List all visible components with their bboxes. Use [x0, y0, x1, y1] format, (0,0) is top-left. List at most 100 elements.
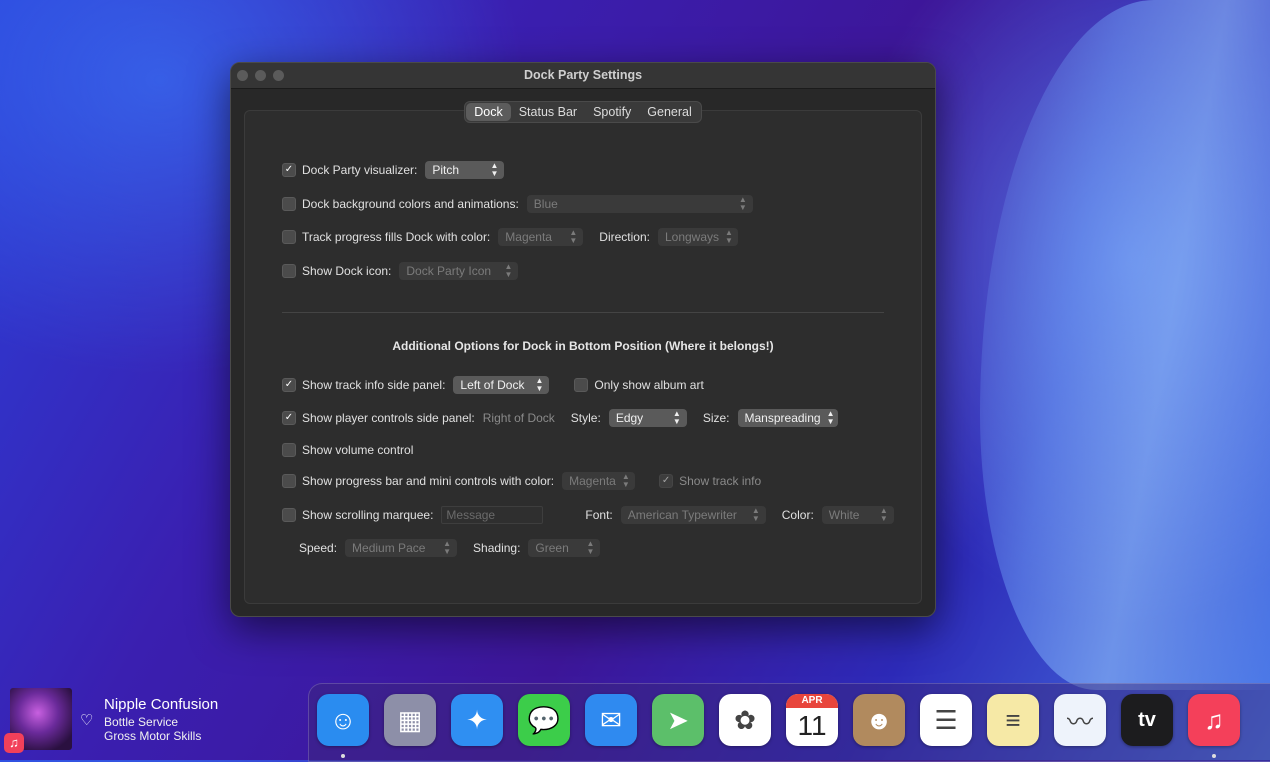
calendar-month: APR — [786, 694, 838, 708]
tab-status-bar[interactable]: Status Bar — [511, 103, 585, 121]
size-value: Manspreading — [744, 411, 821, 425]
tab-spotify[interactable]: Spotify — [585, 103, 639, 121]
shading-value: Green — [535, 541, 569, 555]
show-track-info-checkbox[interactable] — [659, 474, 674, 488]
chevron-updown-icon: ▲ ▼ — [443, 539, 452, 556]
font-value: American Typewriter — [627, 508, 737, 522]
speed-select[interactable]: Medium Pace ▲ ▼ — [345, 539, 458, 557]
background-row: Dock background colors and animations: B… — [282, 194, 753, 214]
style-label: Style: — [570, 411, 601, 425]
player-controls-position: Right of Dock — [482, 411, 555, 425]
direction-label: Direction: — [599, 230, 650, 244]
visualizer-select[interactable]: Pitch ▲ ▼ — [425, 161, 505, 179]
progress-bar-label: Show progress bar and mini controls with… — [302, 474, 555, 488]
chevron-updown-icon: ▲ ▼ — [738, 195, 747, 212]
chevron-updown-icon: ▲ ▼ — [586, 539, 595, 556]
dock-safari-icon[interactable]: ✦ — [451, 694, 503, 746]
marquee-label: Show scrolling marquee: — [302, 508, 434, 522]
dock-photos-icon[interactable]: ✿ — [719, 694, 771, 746]
size-select[interactable]: Manspreading ▲ ▼ — [737, 409, 838, 427]
progress-bar-color-select[interactable]: Magenta ▲ ▼ — [562, 472, 636, 490]
marquee-checkbox[interactable] — [282, 508, 296, 522]
additional-options-heading: Additional Options for Dock in Bottom Po… — [392, 339, 774, 353]
speed-row: Speed: Medium Pace ▲ ▼ Shading: Green ▲ ▼ — [299, 538, 601, 558]
font-select[interactable]: American Typewriter ▲ ▼ — [620, 506, 766, 524]
progress-color-value: Magenta — [505, 230, 552, 244]
dock-icon-checkbox[interactable] — [282, 264, 296, 278]
dock-maps-icon[interactable]: ➤ — [652, 694, 704, 746]
progress-checkbox[interactable] — [282, 230, 296, 244]
dock-icon-row: Show Dock icon: Dock Party Icon ▲ ▼ — [282, 261, 519, 281]
font-label: Font: — [585, 508, 613, 522]
tab-bar: Dock Status Bar Spotify General — [231, 101, 935, 123]
dock-calendar-icon[interactable]: APR 11 — [786, 694, 838, 746]
progress-bar-color-value: Magenta — [569, 474, 616, 488]
song-title: Nipple Confusion — [104, 696, 219, 713]
style-value: Edgy — [615, 411, 644, 425]
player-controls-row: Show player controls side panel: Right o… — [282, 408, 838, 428]
dock-finder-icon[interactable]: ☺ — [317, 694, 369, 746]
album-art-checkbox[interactable] — [574, 378, 589, 392]
visualizer-value: Pitch — [432, 163, 460, 177]
tab-dock[interactable]: Dock — [466, 103, 511, 121]
heart-icon[interactable]: ♡ — [80, 711, 93, 729]
section-divider — [282, 312, 884, 313]
dock-music-icon[interactable]: ♫ — [1188, 694, 1240, 746]
running-indicator-dot — [1212, 754, 1216, 758]
chevron-updown-icon: ▲ ▼ — [879, 506, 888, 523]
chevron-updown-icon: ▲ ▼ — [621, 472, 630, 489]
tab-general[interactable]: General — [639, 103, 699, 121]
dock-reminders-icon[interactable]: ☰ — [920, 694, 972, 746]
shading-select[interactable]: Green ▲ ▼ — [528, 539, 601, 557]
album-art-label: Only show album art — [594, 378, 704, 392]
background-select[interactable]: Blue ▲ ▼ — [526, 195, 753, 213]
speed-value: Medium Pace — [352, 541, 426, 555]
visualizer-label: Dock Party visualizer: — [302, 163, 418, 177]
chevron-updown-icon: ▲ ▼ — [490, 161, 499, 178]
dock-notes-icon[interactable]: ≡ — [987, 694, 1039, 746]
marquee-row: Show scrolling marquee: Message Font: Am… — [282, 505, 894, 525]
chevron-updown-icon: ▲ ▼ — [504, 262, 513, 279]
dock-tv-icon[interactable]: tv — [1121, 694, 1173, 746]
color-select[interactable]: White ▲ ▼ — [821, 506, 894, 524]
background-checkbox[interactable] — [282, 197, 296, 211]
track-info-position-value: Left of Dock — [460, 378, 525, 392]
background-label: Dock background colors and animations: — [302, 197, 519, 211]
show-track-info-label: Show track info — [679, 474, 762, 488]
title-bar: Dock Party Settings — [231, 63, 935, 89]
background-value: Blue — [533, 197, 558, 211]
progress-bar-row: Show progress bar and mini controls with… — [282, 471, 761, 491]
style-select[interactable]: Edgy ▲ ▼ — [608, 409, 687, 427]
size-label: Size: — [702, 411, 730, 425]
music-app-icon: ♫ — [4, 733, 24, 753]
progress-bar-checkbox[interactable] — [282, 474, 296, 488]
volume-checkbox[interactable] — [282, 443, 296, 457]
settings-window: Dock Party Settings Dock Status Bar Spot… — [230, 62, 936, 617]
progress-row: Track progress fills Dock with color: Ma… — [282, 227, 738, 247]
color-label: Color: — [781, 508, 814, 522]
visualizer-row: Dock Party visualizer: Pitch ▲▼ — [282, 160, 505, 180]
dock-icon-select[interactable]: Dock Party Icon ▲ ▼ — [399, 262, 519, 280]
dock-messages-icon[interactable]: 💬 — [518, 694, 570, 746]
shading-label: Shading: — [473, 541, 521, 555]
dock-mail-icon[interactable]: ✉ — [585, 694, 637, 746]
visualizer-checkbox[interactable] — [282, 163, 296, 177]
chevron-updown-icon: ▲ ▼ — [725, 228, 733, 245]
direction-select[interactable]: Longways ▲ ▼ — [657, 228, 738, 246]
window-title: Dock Party Settings — [523, 68, 643, 82]
artist-name: Bottle Service — [104, 715, 179, 729]
chevron-updown-icon: ▲ ▼ — [569, 228, 578, 245]
track-info-position-select[interactable]: Left of Dock ▲ ▼ — [453, 376, 550, 394]
track-info-label: Show track info side panel: — [302, 378, 446, 392]
dock-freeform-icon[interactable]: 〰 — [1054, 694, 1106, 746]
track-info-checkbox[interactable] — [282, 378, 296, 392]
progress-color-select[interactable]: Magenta ▲ ▼ — [498, 228, 584, 246]
chevron-updown-icon: ▲ ▼ — [751, 506, 760, 523]
wallpaper-sheen — [980, 0, 1270, 690]
speed-label: Speed: — [299, 541, 338, 555]
player-controls-checkbox[interactable] — [282, 411, 296, 425]
track-info-row: Show track info side panel: Left of Dock… — [282, 375, 704, 395]
marquee-message-input[interactable]: Message — [441, 506, 544, 524]
dock-contacts-icon[interactable]: ☻ — [853, 694, 905, 746]
dock-launchpad-icon[interactable]: ▦ — [384, 694, 436, 746]
